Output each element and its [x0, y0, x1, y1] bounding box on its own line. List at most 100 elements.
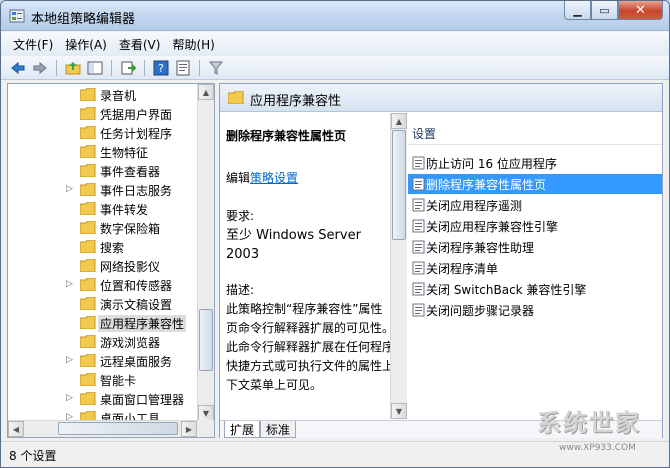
folder-icon [80, 354, 96, 367]
scroll-down-arrow[interactable]: ▼ [198, 405, 214, 421]
policy-setting-icon [412, 261, 425, 275]
description-scroll-thumb[interactable] [392, 130, 406, 240]
tree-item[interactable]: 事件转发 [8, 199, 198, 218]
setting-row[interactable]: 关闭 SwitchBack 兼容性引擎 [408, 279, 662, 299]
details-pane: 应用程序兼容性 删除程序兼容性属性页 编辑策略设置 要求: 至少 Windows… [219, 83, 663, 438]
description-label: 描述: [226, 283, 255, 297]
setting-label: 关闭程序兼容性助理 [426, 241, 535, 255]
menu-help[interactable]: 帮助(H) [166, 36, 220, 53]
expand-arrow-icon[interactable]: ▷ [66, 355, 74, 365]
close-icon: ✕ [635, 2, 646, 18]
tree-item[interactable]: 演示文稿设置 [8, 294, 198, 313]
status-text: 8 个设置 [9, 449, 57, 463]
help-button[interactable]: ? [152, 59, 170, 77]
tree-item-label: 事件转发 [100, 203, 149, 217]
chevron-left-icon: ◀ [12, 424, 20, 434]
tree-item[interactable]: 录音机 [8, 85, 198, 104]
scroll-up-arrow[interactable]: ▲ [198, 84, 214, 100]
close-button[interactable]: ✕ [618, 1, 663, 20]
folder-icon [80, 88, 96, 101]
tree-item[interactable]: ▷ 事件日志服务 [8, 180, 198, 199]
tree-item-label: 录音机 [100, 89, 137, 103]
tree-item[interactable]: 数字保险箱 [8, 218, 198, 237]
properties-button[interactable] [174, 59, 192, 77]
navigation-tree: 录音机 凭据用户界面 任务计划程序 生物特征事件查看器 ▷ 事件日志服务 事件转发 数字保险箱… [7, 83, 215, 438]
scroll-up-arrow[interactable]: ▲ [391, 113, 407, 129]
back-arrow-icon [11, 61, 25, 74]
tree-item[interactable]: 游戏浏览器 [8, 332, 198, 351]
setting-row[interactable]: 删除程序兼容性属性页 [408, 174, 662, 194]
title-bar[interactable]: 本地组策略编辑器 ▁ ▭ ✕ [1, 1, 669, 31]
setting-row[interactable]: 关闭应用程序兼容性引擎 [408, 216, 662, 236]
tree-scroll-thumb[interactable] [199, 309, 213, 371]
tree-item[interactable]: 事件查看器 [8, 161, 198, 180]
setting-row[interactable]: 关闭程序清单 [408, 258, 662, 278]
tree-item[interactable]: ▷ 远程桌面服务 [8, 351, 198, 370]
folder-icon [80, 335, 96, 348]
forward-arrow-icon [33, 61, 47, 74]
filter-button[interactable] [207, 59, 225, 77]
minimize-button[interactable]: ▁ [564, 1, 591, 20]
setting-label: 关闭程序清单 [426, 262, 499, 276]
folder-icon [80, 202, 96, 215]
folder-icon [80, 126, 96, 139]
tree-item[interactable]: 应用程序兼容性 [8, 313, 198, 332]
up-level-button[interactable] [64, 59, 82, 77]
forward-button[interactable] [31, 59, 49, 77]
tree-item[interactable]: 网络投影仪 [8, 256, 198, 275]
gpedit-window: 本地组策略编辑器 ▁ ▭ ✕ 文件(F) 操作(A) 查看(V) 帮助(H) ?… [0, 0, 670, 468]
tree-item-label: 事件查看器 [100, 165, 161, 179]
export-list-icon [121, 61, 136, 74]
setting-row[interactable]: 关闭应用程序遥测 [408, 195, 662, 215]
tree-item-label: 演示文稿设置 [100, 298, 173, 312]
tree-item[interactable]: 生物特征 [8, 142, 198, 161]
expand-arrow-icon[interactable]: ▷ [66, 279, 74, 289]
toolbar-separator [56, 59, 57, 76]
tree-list: 录音机 凭据用户界面 任务计划程序 生物特征事件查看器 ▷ 事件日志服务 事件转发 数字保险箱… [8, 84, 198, 421]
chevron-down-icon: ▼ [202, 408, 210, 418]
tree-hscroll-thumb[interactable] [58, 422, 178, 435]
tab-extended[interactable]: 扩展 [224, 421, 261, 438]
tree-item[interactable]: 凭据用户界面 [8, 104, 198, 123]
toolbar: ? [1, 56, 669, 80]
policy-settings-link[interactable]: 策略设置 [250, 171, 298, 185]
expand-arrow-icon[interactable]: ▷ [66, 393, 74, 403]
folder-icon [80, 164, 96, 177]
maximize-button[interactable]: ▭ [591, 1, 618, 20]
folder-icon [80, 107, 96, 120]
folder-icon [80, 183, 96, 196]
menu-action[interactable]: 操作(A) [59, 36, 113, 53]
setting-row[interactable]: 关闭程序兼容性助理 [408, 237, 662, 257]
setting-row[interactable]: 防止访问 16 位应用程序 [408, 153, 662, 173]
settings-column-header[interactable]: 设置 [408, 125, 662, 145]
setting-label: 关闭问题步骤记录器 [426, 304, 535, 318]
tree-item[interactable]: ▷ 位置和传感器 [8, 275, 198, 294]
tree-item[interactable]: 智能卡 [8, 370, 198, 389]
tree-item[interactable]: ▷ 桌面窗口管理器 [8, 389, 198, 408]
edit-prefix: 编辑 [226, 171, 251, 185]
policy-setting-icon [412, 177, 425, 191]
tree-item-label: 网络投影仪 [100, 260, 161, 274]
policy-setting-icon [412, 219, 425, 233]
export-list-button[interactable] [119, 59, 137, 77]
back-button[interactable] [9, 59, 27, 77]
expand-arrow-icon[interactable]: ▷ [66, 184, 74, 194]
menu-view[interactable]: 查看(V) [113, 36, 167, 53]
scroll-left-arrow[interactable]: ◀ [8, 421, 24, 437]
details-header: 应用程序兼容性 [220, 84, 662, 112]
folder-icon [80, 373, 96, 386]
setting-row[interactable]: 关闭问题步骤记录器 [408, 300, 662, 320]
menu-file[interactable]: 文件(F) [7, 36, 59, 53]
tree-vertical-scrollbar[interactable]: ▲ ▼ [197, 84, 214, 421]
tree-item[interactable]: 任务计划程序 [8, 123, 198, 142]
show-tree-button[interactable] [86, 59, 104, 77]
scroll-right-arrow[interactable]: ▶ [181, 421, 197, 437]
requirements-label: 要求: [226, 209, 255, 223]
description-scrollbar[interactable]: ▲ ▼ [390, 113, 407, 419]
scroll-down-arrow[interactable]: ▼ [391, 403, 407, 419]
maximize-icon: ▭ [599, 3, 610, 17]
tree-horizontal-scrollbar[interactable]: ◀ ▶ [8, 420, 198, 437]
tree-item[interactable]: 搜索 [8, 237, 198, 256]
tree-item-label: 事件日志服务 [100, 184, 173, 198]
tab-standard[interactable]: 标准 [260, 421, 297, 438]
